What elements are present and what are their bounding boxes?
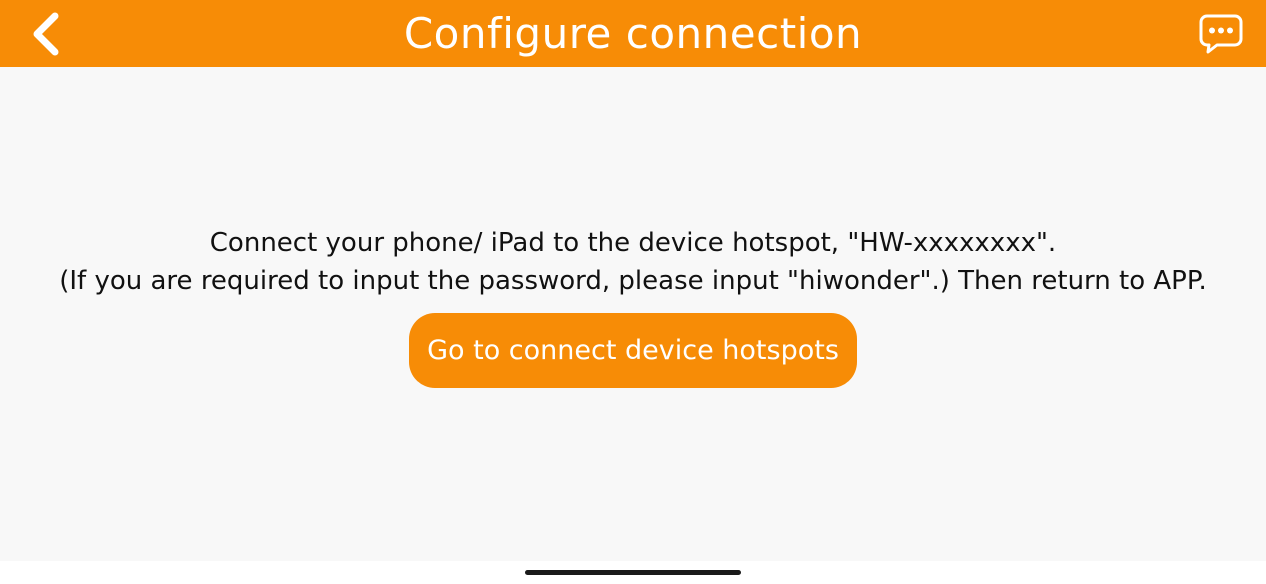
top-bar: Configure connection (0, 0, 1266, 67)
page-title: Configure connection (403, 9, 863, 58)
instruction-line-1: Connect your phone/ iPad to the device h… (209, 228, 1057, 258)
chat-bubble-icon (1199, 14, 1243, 54)
main-content: Connect your phone/ iPad to the device h… (0, 67, 1266, 561)
home-indicator[interactable] (525, 570, 741, 575)
instructions-text: Connect your phone/ iPad to the device h… (0, 224, 1266, 300)
connect-hotspot-button[interactable]: Go to connect device hotspots (409, 313, 857, 388)
instruction-line-2: (If you are required to input the passwo… (59, 266, 1207, 296)
chat-button[interactable] (1198, 11, 1244, 57)
